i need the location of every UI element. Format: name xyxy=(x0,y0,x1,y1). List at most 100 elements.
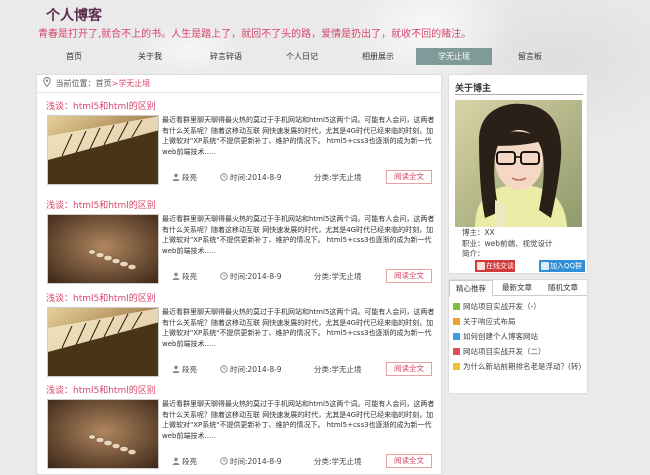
bullet-square-icon xyxy=(453,303,460,310)
list-item-label: 关于响应式布局 xyxy=(463,317,516,326)
article-author-name: 段亮 xyxy=(182,173,197,182)
nav-item-guestbook[interactable]: 留言板 xyxy=(492,48,568,65)
recommend-panel: 精心推荐 最新文章 随机文章 网站项目实战开发（-） 关于响应式布局 如何创建个… xyxy=(448,279,588,394)
join-qq-label: 加入QQ群 xyxy=(550,262,583,270)
article-title-link[interactable]: 浅谈：html5和html的区别 xyxy=(46,198,156,211)
nav-item-learning[interactable]: 学无止境 xyxy=(416,48,492,65)
article-excerpt: 最近看群里聊天聊得最火热的莫过于手机网站和html5这两个词。可能有人会问，这两… xyxy=(162,400,435,440)
article-list-panel: 当前位置：首页>学无止境 浅谈：html5和html的区别 最近看群里聊天聊得最… xyxy=(36,74,442,475)
article-author-name: 段亮 xyxy=(182,457,197,466)
article-thumbnail[interactable] xyxy=(47,307,159,377)
nav-item-home[interactable]: 首页 xyxy=(36,48,112,65)
pebbles-image xyxy=(48,215,158,283)
online-chat-label: 在线交谈 xyxy=(486,262,514,270)
clock-icon xyxy=(220,457,228,465)
article-author: 段亮 xyxy=(172,172,197,183)
article-time: 时间:2014-8-9 xyxy=(220,172,282,183)
main-nav: 首页 关于我 碎言碎语 个人日记 相册展示 学无止境 留言板 xyxy=(36,48,610,65)
qq-icon xyxy=(541,262,549,270)
list-item-label: 为什么新站前期排名老是浮动？(转) xyxy=(463,362,582,371)
read-more-button[interactable]: 阅读全文 xyxy=(386,269,432,283)
article-category[interactable]: 分类:学无止境 xyxy=(314,271,362,282)
pebbles-image xyxy=(48,400,158,468)
article-title-link[interactable]: 浅谈：html5和html的区别 xyxy=(46,383,156,396)
article-item: 浅谈：html5和html的区别 最近看群里聊天聊得最火热的莫过于手机网站和ht… xyxy=(46,99,436,197)
article-excerpt: 最近看群里聊天聊得最火热的莫过于手机网站和html5这两个词。可能有人会问，这两… xyxy=(162,215,435,255)
bullet-square-icon xyxy=(453,333,460,340)
article-excerpt: 最近看群里聊天聊得最火热的莫过于手机网站和html5这两个词。可能有人会问，这两… xyxy=(162,308,435,348)
blogger-job: 职业：web前端、视觉设计 xyxy=(462,238,553,248)
bullet-square-icon xyxy=(453,318,460,325)
list-item-label: 网站项目实战开发（二） xyxy=(463,347,546,356)
tab-featured[interactable]: 精心推荐 xyxy=(449,280,493,297)
piano-keys-image xyxy=(48,116,158,184)
list-item[interactable]: 如何创建个人博客网站 xyxy=(453,331,585,346)
article-meta: 段亮 时间:2014-8-9 分类:学无止境 阅读全文 xyxy=(172,269,436,284)
nav-item-album[interactable]: 相册展示 xyxy=(340,48,416,65)
article-category[interactable]: 分类:学无止境 xyxy=(314,456,362,467)
list-item[interactable]: 关于响应式布局 xyxy=(453,316,585,331)
list-item[interactable]: 网站项目实战开发（-） xyxy=(453,301,585,316)
list-item-label: 网站项目实战开发（-） xyxy=(463,302,541,311)
blogger-bio: 简介： xyxy=(462,249,485,258)
read-more-button[interactable]: 阅读全文 xyxy=(386,362,432,376)
about-blogger-panel: 关于博主 博主：XX 职业：web前端、视觉设计 简介： 在线交谈 加入QQ群 xyxy=(448,74,588,274)
user-icon xyxy=(172,173,180,181)
tab-random[interactable]: 随机文章 xyxy=(541,280,585,296)
user-icon xyxy=(172,272,180,280)
contact-buttons: 在线交谈 加入QQ群 xyxy=(475,260,585,272)
tab-latest[interactable]: 最新文章 xyxy=(495,280,539,296)
breadcrumb: 当前位置：首页>学无止境 xyxy=(37,75,441,93)
site-title[interactable]: 个人博客 xyxy=(46,5,102,25)
article-time: 时间:2014-8-9 xyxy=(220,364,282,375)
location-pin-icon xyxy=(43,77,51,87)
breadcrumb-current: 学无止境 xyxy=(118,79,151,88)
article-category[interactable]: 分类:学无止境 xyxy=(314,364,362,375)
article-thumbnail[interactable] xyxy=(47,399,159,469)
article-thumbnail[interactable] xyxy=(47,115,159,185)
article-item: 浅谈：html5和html的区别 最近看群里聊天聊得最火热的莫过于手机网站和ht… xyxy=(46,383,436,475)
read-more-button[interactable]: 阅读全文 xyxy=(386,454,432,468)
article-author: 段亮 xyxy=(172,271,197,282)
article-title-link[interactable]: 浅谈：html5和html的区别 xyxy=(46,291,156,304)
site-header: 个人博客 青春是打开了,就合不上的书。人生是踏上了，就回不了头的路，爱情是扔出了… xyxy=(0,0,650,44)
list-item[interactable]: 网站项目实战开发（二） xyxy=(453,346,585,361)
read-more-button[interactable]: 阅读全文 xyxy=(386,170,432,184)
join-qq-group-button[interactable]: 加入QQ群 xyxy=(539,260,585,272)
article-time: 时间:2014-8-9 xyxy=(220,271,282,282)
clock-icon xyxy=(220,173,228,181)
site-slogan: 青春是打开了,就合不上的书。人生是踏上了，就回不了头的路，爱情是扔出了，就收不回… xyxy=(38,29,472,40)
article-author: 段亮 xyxy=(172,456,197,467)
bullet-square-icon xyxy=(453,348,460,355)
clock-icon xyxy=(220,272,228,280)
article-category[interactable]: 分类:学无止境 xyxy=(314,172,362,183)
article-author-name: 段亮 xyxy=(182,272,197,281)
breadcrumb-prefix: 当前位置： xyxy=(55,79,96,88)
article-meta: 段亮 时间:2014-8-9 分类:学无止境 阅读全文 xyxy=(172,362,436,377)
nav-item-about[interactable]: 关于我 xyxy=(112,48,188,65)
article-thumbnail[interactable] xyxy=(47,214,159,284)
article-time-text: 时间:2014-8-9 xyxy=(230,272,282,281)
chat-icon xyxy=(477,262,485,270)
article-time: 时间:2014-8-9 xyxy=(220,456,282,467)
article-title-link[interactable]: 浅谈：html5和html的区别 xyxy=(46,99,156,112)
blogger-photo xyxy=(455,100,582,227)
article-time-text: 时间:2014-8-9 xyxy=(230,365,282,374)
user-icon xyxy=(172,457,180,465)
article-item: 浅谈：html5和html的区别 最近看群里聊天聊得最火热的莫过于手机网站和ht… xyxy=(46,291,436,389)
online-chat-button[interactable]: 在线交谈 xyxy=(475,260,515,272)
nav-item-shuoshuo[interactable]: 碎言碎语 xyxy=(188,48,264,65)
list-item[interactable]: 为什么新站前期排名老是浮动？(转) xyxy=(453,361,585,376)
about-title: 关于博主 xyxy=(455,84,492,94)
nav-item-diary[interactable]: 个人日记 xyxy=(264,48,340,65)
article-time-text: 时间:2014-8-9 xyxy=(230,457,282,466)
blogger-name: 博主：XX xyxy=(462,228,495,237)
breadcrumb-home-link[interactable]: 首页 xyxy=(96,79,112,88)
article-time-text: 时间:2014-8-9 xyxy=(230,173,282,182)
about-title-divider xyxy=(455,94,583,95)
recommend-list: 网站项目实战开发（-） 关于响应式布局 如何创建个人博客网站 网站项目实战开发（… xyxy=(453,301,585,376)
article-author: 段亮 xyxy=(172,364,197,375)
piano-keys-image xyxy=(48,308,158,376)
list-item-label: 如何创建个人博客网站 xyxy=(463,332,538,341)
article-author-name: 段亮 xyxy=(182,365,197,374)
